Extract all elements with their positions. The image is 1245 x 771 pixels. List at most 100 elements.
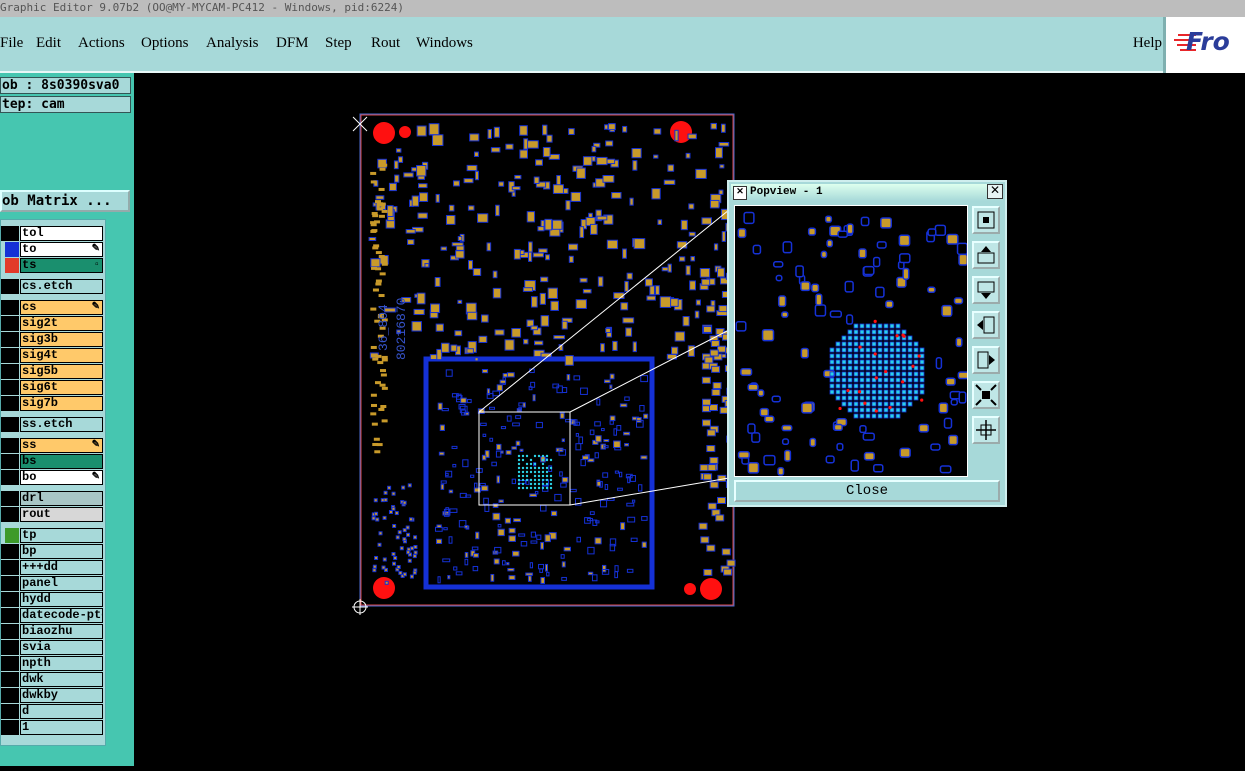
- layer-color-swatch[interactable]: [1, 640, 19, 655]
- layer-row-d[interactable]: d: [1, 704, 103, 719]
- layer-row--dd[interactable]: +++dd: [1, 560, 103, 575]
- layer-name[interactable]: cs.etch: [20, 279, 103, 294]
- layer-color-swatch[interactable]: [1, 656, 19, 671]
- layer-row-sig7b[interactable]: sig7b: [1, 396, 103, 411]
- layer-name[interactable]: sig5b: [20, 364, 103, 379]
- layer-name[interactable]: npth: [20, 656, 103, 671]
- menu-rout[interactable]: Rout: [371, 35, 400, 52]
- layer-name[interactable]: bo ✎: [20, 470, 103, 485]
- layer-color-swatch[interactable]: [1, 396, 19, 411]
- layer-name[interactable]: to ✎: [20, 242, 103, 257]
- layer-row-sig3b[interactable]: sig3b: [1, 332, 103, 347]
- layer-row-sig2t[interactable]: sig2t: [1, 316, 103, 331]
- pan-up-icon[interactable]: [972, 241, 1000, 269]
- layer-name[interactable]: bs: [20, 454, 103, 469]
- layer-color-swatch[interactable]: [1, 608, 19, 623]
- layer-row-ss[interactable]: ss ✎: [1, 438, 103, 453]
- layer-color-swatch[interactable]: [5, 258, 19, 273]
- menu-windows[interactable]: Windows: [416, 35, 473, 52]
- layer-color-swatch[interactable]: [1, 364, 19, 379]
- layer-color-swatch[interactable]: [1, 380, 19, 395]
- layer-name[interactable]: panel: [20, 576, 103, 591]
- layer-color-swatch[interactable]: [1, 592, 19, 607]
- pan-left-icon[interactable]: [972, 311, 1000, 339]
- layer-row-ts[interactable]: ts ▫: [1, 258, 103, 273]
- layer-color-swatch[interactable]: [1, 576, 19, 591]
- layer-color-swatch[interactable]: [1, 316, 19, 331]
- layer-color-swatch[interactable]: [1, 560, 19, 575]
- layer-name[interactable]: cs ✎: [20, 300, 103, 315]
- layer-row-cs-etch[interactable]: cs.etch: [1, 279, 103, 294]
- layer-name[interactable]: drl: [20, 491, 103, 506]
- layer-name[interactable]: tol: [20, 226, 103, 241]
- layer-name[interactable]: +++dd: [20, 560, 103, 575]
- layer-row-to[interactable]: to ✎: [1, 242, 103, 257]
- layer-name[interactable]: rout: [20, 507, 103, 522]
- zoom-out-icon[interactable]: [972, 381, 1000, 409]
- layer-name[interactable]: dwkby: [20, 688, 103, 703]
- popview-zoom-canvas[interactable]: [735, 206, 967, 476]
- layer-name[interactable]: sig3b: [20, 332, 103, 347]
- layer-row-sig6t[interactable]: sig6t: [1, 380, 103, 395]
- layer-name[interactable]: bp: [20, 544, 103, 559]
- layer-row-bo[interactable]: bo ✎: [1, 470, 103, 485]
- menu-edit[interactable]: Edit: [36, 35, 61, 52]
- layer-row-cs[interactable]: cs ✎: [1, 300, 103, 315]
- layer-color-swatch[interactable]: [1, 704, 19, 719]
- layer-name[interactable]: ss ✎: [20, 438, 103, 453]
- layer-color-swatch[interactable]: [5, 242, 19, 257]
- layer-name[interactable]: sig2t: [20, 316, 103, 331]
- layer-name[interactable]: tp: [20, 528, 103, 543]
- layer-row-dwkby[interactable]: dwkby: [1, 688, 103, 703]
- layer-row-tp[interactable]: tp: [1, 528, 103, 543]
- layer-row-ss-etch[interactable]: ss.etch: [1, 417, 103, 432]
- layer-name[interactable]: svia: [20, 640, 103, 655]
- layer-color-swatch[interactable]: [1, 279, 19, 294]
- menu-step[interactable]: Step: [325, 35, 352, 52]
- zoom-in-icon[interactable]: [972, 416, 1000, 444]
- layer-color-swatch[interactable]: [1, 624, 19, 639]
- pcb-board-view[interactable]: 36_804 80216870: [134, 73, 1245, 766]
- popview-close-button[interactable]: Close: [734, 480, 1000, 502]
- layer-name[interactable]: biaozhu: [20, 624, 103, 639]
- layer-color-swatch[interactable]: [5, 528, 19, 543]
- zoom-fit-icon[interactable]: [972, 206, 1000, 234]
- job-matrix-button[interactable]: ob Matrix ...: [0, 190, 130, 212]
- layer-name[interactable]: d: [20, 704, 103, 719]
- layer-row-sig4t[interactable]: sig4t: [1, 348, 103, 363]
- graphic-canvas[interactable]: 36_804 80216870: [134, 73, 1245, 766]
- layer-color-swatch[interactable]: [1, 300, 19, 315]
- layer-row-bp[interactable]: bp: [1, 544, 103, 559]
- layer-row-sig5b[interactable]: sig5b: [1, 364, 103, 379]
- layer-row-tol[interactable]: tol: [1, 226, 103, 241]
- layer-color-swatch[interactable]: [1, 226, 19, 241]
- layer-name[interactable]: dwk: [20, 672, 103, 687]
- layer-row-datecode-pte[interactable]: datecode-pte: [1, 608, 103, 623]
- layer-name[interactable]: ts ▫: [20, 258, 103, 273]
- layer-color-swatch[interactable]: [1, 491, 19, 506]
- popview-close-icon[interactable]: ✕: [987, 184, 1003, 199]
- layer-color-swatch[interactable]: [1, 348, 19, 363]
- layer-color-swatch[interactable]: [1, 454, 19, 469]
- layer-row-bs[interactable]: bs: [1, 454, 103, 469]
- pan-right-icon[interactable]: [972, 346, 1000, 374]
- layer-color-swatch[interactable]: [1, 438, 19, 453]
- layer-color-swatch[interactable]: [1, 470, 19, 485]
- menu-dfm[interactable]: DFM: [276, 35, 309, 52]
- layer-row-dwk[interactable]: dwk: [1, 672, 103, 687]
- layer-row-drl[interactable]: drl: [1, 491, 103, 506]
- layer-row-1[interactable]: 1: [1, 720, 103, 735]
- layer-row-rout[interactable]: rout: [1, 507, 103, 522]
- layer-color-swatch[interactable]: [1, 688, 19, 703]
- layer-row-svia[interactable]: svia: [1, 640, 103, 655]
- popview-zoom-view[interactable]: [734, 205, 968, 477]
- layer-color-swatch[interactable]: [1, 332, 19, 347]
- layer-color-swatch[interactable]: [1, 507, 19, 522]
- layer-color-swatch[interactable]: [1, 544, 19, 559]
- menu-analysis[interactable]: Analysis: [206, 35, 259, 52]
- popview-title-bar[interactable]: ✕ Popview - 1: [731, 184, 1003, 201]
- layer-color-swatch[interactable]: [1, 720, 19, 735]
- layer-name[interactable]: ss.etch: [20, 417, 103, 432]
- layer-row-npth[interactable]: npth: [1, 656, 103, 671]
- layer-name[interactable]: sig4t: [20, 348, 103, 363]
